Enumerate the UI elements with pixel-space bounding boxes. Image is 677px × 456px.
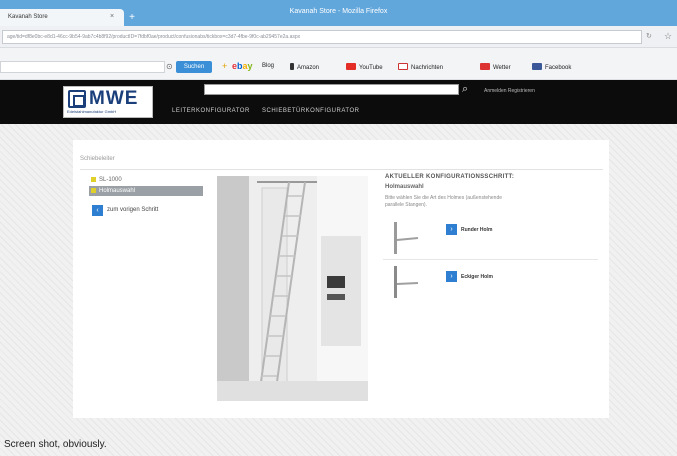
browser-tab[interactable]: Kavanah Store ×: [0, 9, 124, 26]
bookmark-amazon[interactable]: Amazon: [290, 63, 319, 71]
magnifier-icon[interactable]: ⌕: [462, 83, 468, 96]
divider: [80, 169, 603, 170]
config-step-subtitle: Holmauswahl: [385, 184, 424, 190]
arrow-left-icon: ‹: [92, 205, 103, 216]
back-step-button[interactable]: ‹ zum vorigen Schritt: [92, 205, 202, 217]
bookmark-blog[interactable]: Blog: [262, 63, 274, 69]
step-label: SL-1000: [99, 177, 122, 183]
logo-text: MWE: [89, 88, 139, 109]
nav-schiebetuerkonfigurator[interactable]: SCHIEBETÜRKONFIGURATOR: [262, 108, 359, 114]
back-step-label: zum vorigen Schritt: [107, 207, 159, 213]
step-item-active[interactable]: Holmauswahl: [89, 186, 203, 196]
config-step-description: Bitte wählen Sie die Art des Holmes (auß…: [385, 195, 503, 208]
ebay-logo[interactable]: ebay: [232, 61, 253, 71]
url-input[interactable]: age/tid=df8e0bc-e8d1-46cc-9b54-9ab7c4b8f…: [2, 30, 642, 44]
bookmark-nachrichten[interactable]: Nachrichten: [398, 63, 443, 71]
option-label: Runder Holm: [461, 227, 493, 233]
bookmark-star-icon[interactable]: ☆: [664, 31, 672, 42]
search-icon[interactable]: ⊙: [166, 62, 173, 71]
square-holm-thumbnail[interactable]: [386, 264, 426, 300]
amazon-icon: [290, 63, 294, 70]
reload-icon[interactable]: ↻: [646, 32, 652, 40]
nav-leiterkonfigurator[interactable]: LEITERKONFIGURATOR: [172, 108, 250, 114]
step-item[interactable]: SL-1000: [89, 175, 203, 185]
facebook-icon: [532, 63, 542, 70]
weather-icon: [480, 63, 490, 70]
breadcrumb[interactable]: Schiebeleiter: [80, 156, 115, 162]
bookmark-facebook[interactable]: Facebook: [532, 63, 571, 71]
account-link[interactable]: Anmelden Registrieren: [484, 88, 535, 94]
bookmark-search-button[interactable]: Suchen: [176, 61, 212, 73]
tab-label: Kavanah Store: [8, 14, 48, 20]
plus-icon[interactable]: +: [222, 61, 227, 71]
config-step-title: AKTUELLER KONFIGURATIONSSCHRITT:: [385, 174, 515, 180]
bookmarks-toolbar: ⊙ Suchen + ebay Blog Amazon YouTube Nach…: [0, 48, 677, 80]
site-search-input[interactable]: [204, 84, 459, 95]
logo-mark-icon: [68, 90, 86, 108]
divider: [383, 259, 598, 260]
step-marker-icon: [91, 177, 96, 182]
bookmark-wetter[interactable]: Wetter: [480, 63, 511, 71]
youtube-icon: [346, 63, 356, 70]
logo-subtext: Edelstahlmanufaktur GmbH: [67, 109, 117, 114]
option-round-holm-button[interactable]: › Runder Holm: [446, 224, 526, 236]
option-label: Eckiger Holm: [461, 274, 493, 280]
round-holm-thumbnail[interactable]: [386, 220, 426, 256]
step-marker-icon: [91, 188, 96, 193]
product-photo: [217, 176, 368, 401]
tab-close-icon[interactable]: ×: [110, 13, 114, 20]
url-text: age/tid=df8e0bc-e8d1-46cc-9b54-9ab7c4b8f…: [7, 34, 301, 40]
calendar-icon: [398, 63, 408, 70]
bookmark-search-input[interactable]: [0, 61, 165, 73]
option-square-holm-button[interactable]: › Eckiger Holm: [446, 271, 526, 283]
mwe-logo[interactable]: MWE Edelstahlmanufaktur GmbH: [63, 86, 153, 118]
select-arrow-icon: ›: [446, 271, 457, 282]
select-arrow-icon: ›: [446, 224, 457, 235]
caption: Screen shot, obviously.: [4, 439, 107, 450]
bookmark-youtube[interactable]: YouTube: [346, 63, 383, 71]
url-bar: age/tid=df8e0bc-e8d1-46cc-9b54-9ab7c4b8f…: [0, 26, 677, 48]
step-label: Holmauswahl: [99, 188, 136, 194]
new-tab-icon[interactable]: +: [126, 12, 138, 24]
